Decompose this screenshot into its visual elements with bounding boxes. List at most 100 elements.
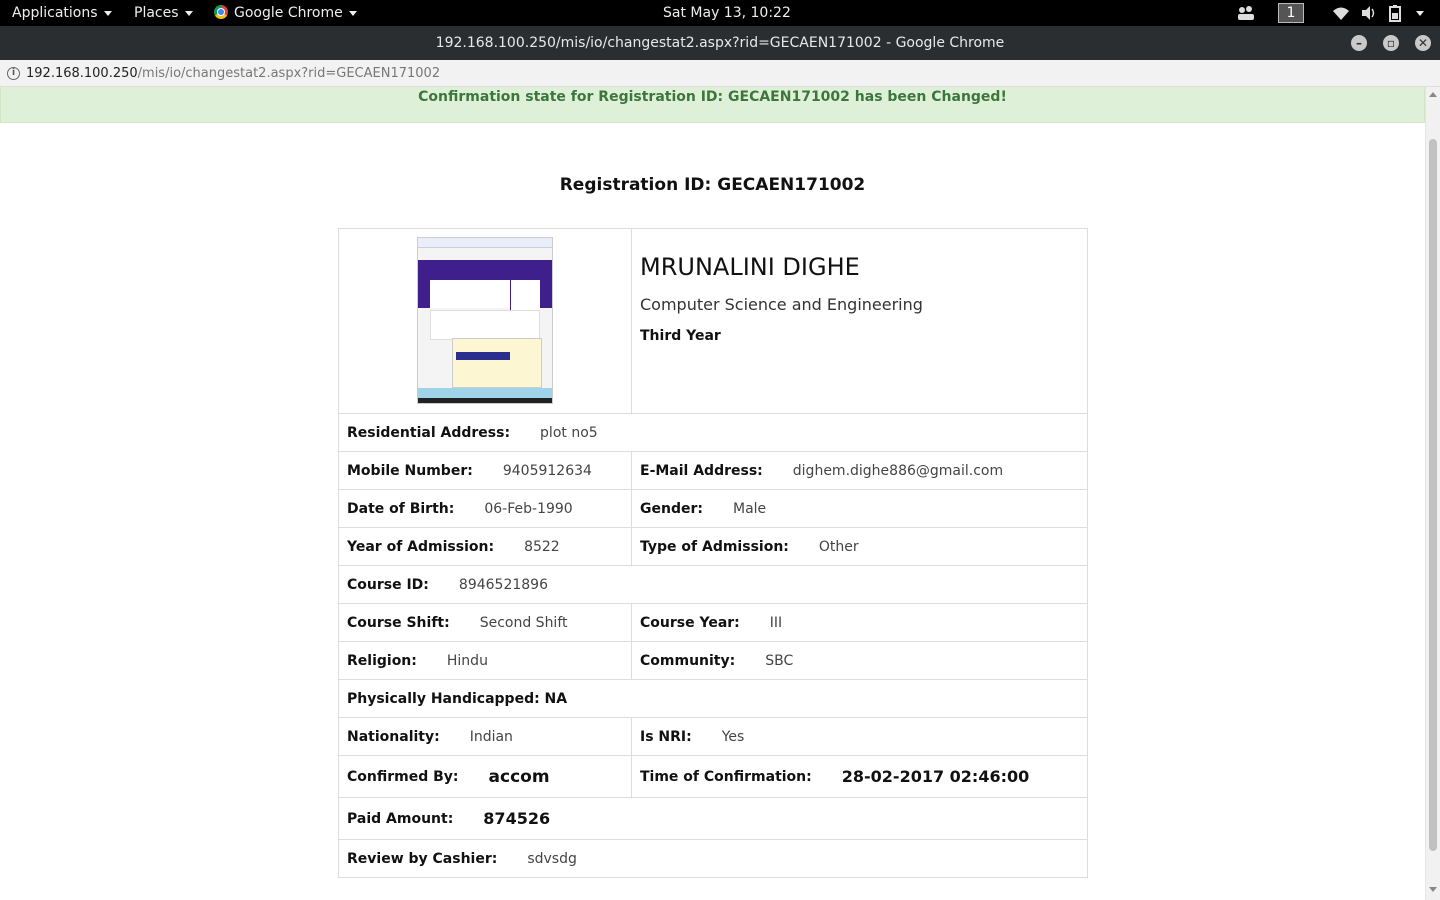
confirmed-by-cell: Confirmed By: accom [339,756,632,797]
student-name: MRUNALINI DIGHE [640,253,860,281]
scroll-down-icon[interactable] [1429,887,1437,892]
field-label: Type of Admission: [640,538,789,555]
field-value: SBC [765,652,794,669]
student-info-cell: MRUNALINI DIGHE Computer Science and Eng… [632,229,1087,413]
chevron-down-icon [348,10,357,16]
field-value: Hindu [446,652,488,669]
field-value: 8522 [524,538,560,555]
field-value: sdvsdg [527,850,577,867]
window-title-bar: 192.168.100.250/mis/io/changestat2.aspx?… [0,26,1440,60]
places-menu[interactable]: Places [134,0,193,26]
gender-cell: Gender: Male [632,490,1087,527]
chevron-down-icon [1416,10,1424,16]
registration-heading: Registration ID: GECAEN171002 [559,175,866,195]
field-value: 874526 [483,809,551,828]
student-details-table: MRUNALINI DIGHE Computer Science and Eng… [338,228,1088,878]
field-label: Confirmed By: [347,768,459,785]
scroll-up-icon[interactable] [1429,92,1437,97]
field-value: Male [732,500,767,517]
field-label: Course Year: [640,614,740,631]
field-value: 28-02-2017 02:46:00 [841,767,1030,786]
table-row: Religion: Hindu Community: SBC [339,641,1087,679]
dob-cell: Date of Birth: 06-Feb-1990 [339,490,632,527]
workspace-indicator[interactable]: 1 [1278,0,1304,26]
field-value: Other [818,538,859,555]
field-label: Date of Birth: [347,500,455,517]
volume-icon[interactable] [1360,0,1378,26]
clock-label: Sat May 13, 10:22 [663,5,791,21]
nationality-cell: Nationality: Indian [339,718,632,755]
chrome-icon [214,5,228,19]
course-year-cell: Course Year: III [632,604,1087,641]
info-icon[interactable]: i [7,67,20,80]
table-row: Mobile Number: 9405912634 E-Mail Address… [339,451,1087,489]
maximize-button[interactable]: ▫ [1383,35,1399,51]
applications-menu-label: Applications [12,5,98,21]
course-shift-cell: Course Shift: Second Shift [339,604,632,641]
system-menu[interactable] [1410,0,1424,26]
photo-cell [339,229,632,413]
email-cell: E-Mail Address: dighem.dighe886@gmail.co… [632,452,1087,489]
table-row: Course Shift: Second Shift Course Year: … [339,603,1087,641]
student-department: Computer Science and Engineering [640,295,923,314]
field-value: Yes [721,728,745,745]
field-label: Mobile Number: [347,462,473,479]
field-value: dighem.dighe886@gmail.com [792,462,1004,479]
system-top-bar: Applications Places Google Chrome Sat Ma… [0,0,1440,26]
religion-cell: Religion: Hindu [339,642,632,679]
field-value: accom [488,766,550,787]
field-label: Course Shift: [347,614,450,631]
minimize-icon: – [1356,36,1362,50]
table-row: Nationality: Indian Is NRI: Yes [339,717,1087,755]
field-label: Physically Handicapped: NA [347,690,568,707]
field-label: Nationality: [347,728,440,745]
year-of-admission-cell: Year of Admission: 8522 [339,528,632,565]
field-label: Year of Admission: [347,538,495,555]
scrollbar-thumb[interactable] [1429,139,1437,851]
time-of-confirmation-cell: Time of Confirmation: 28-02-2017 02:46:0… [632,756,1087,797]
is-nri-cell: Is NRI: Yes [632,718,1087,755]
close-button[interactable]: ✕ [1415,35,1431,51]
mobile-cell: Mobile Number: 9405912634 [339,452,632,489]
url-path: /mis/io/changestat2.aspx?rid=GECAEN17100… [137,66,441,81]
table-row: Review by Cashier: sdvsdg [339,839,1087,877]
url-text[interactable]: 192.168.100.250/mis/io/changestat2.aspx?… [26,60,440,87]
field-label: Community: [640,652,736,669]
physically-handicapped-cell: Physically Handicapped: NA [339,680,1087,717]
student-year: Third Year [640,328,721,344]
student-photo [417,237,553,404]
paid-amount-cell: Paid Amount: 874526 [339,798,1087,839]
field-label: Review by Cashier: [347,850,498,867]
field-label: Paid Amount: [347,810,454,827]
profile-row: MRUNALINI DIGHE Computer Science and Eng… [339,229,1087,413]
course-id-cell: Course ID: 8946521896 [339,566,1087,603]
url-host: 192.168.100.250 [26,66,138,81]
table-row: Course ID: 8946521896 [339,565,1087,603]
community-cell: Community: SBC [632,642,1087,679]
field-label: Religion: [347,652,417,669]
field-label: E-Mail Address: [640,462,763,479]
field-value: III [769,614,783,631]
close-icon: ✕ [1417,36,1429,50]
applications-menu[interactable]: Applications [12,0,112,26]
window-title: 192.168.100.250/mis/io/changestat2.aspx?… [435,35,1005,51]
app-menu[interactable]: Google Chrome [214,0,357,26]
clock[interactable]: Sat May 13, 10:22 [663,0,791,26]
field-label: Time of Confirmation: [640,768,812,785]
field-value: 8946521896 [458,576,548,593]
wifi-icon[interactable] [1332,0,1350,26]
address-bar[interactable]: i 192.168.100.250/mis/io/changestat2.asp… [0,60,1440,87]
type-of-admission-cell: Type of Admission: Other [632,528,1087,565]
battery-icon[interactable] [1388,0,1402,26]
vertical-scrollbar[interactable] [1425,87,1440,900]
success-alert: Confirmation state for Registration ID: … [0,87,1425,123]
places-menu-label: Places [134,5,179,21]
page-viewport: Confirmation state for Registration ID: … [0,87,1425,900]
field-label: Is NRI: [640,728,692,745]
field-label: Gender: [640,500,703,517]
people-icon[interactable] [1237,0,1255,26]
field-value: plot no5 [540,424,598,441]
minimize-button[interactable]: – [1351,35,1367,51]
field-value: Indian [469,728,513,745]
field-value: 9405912634 [502,462,592,479]
